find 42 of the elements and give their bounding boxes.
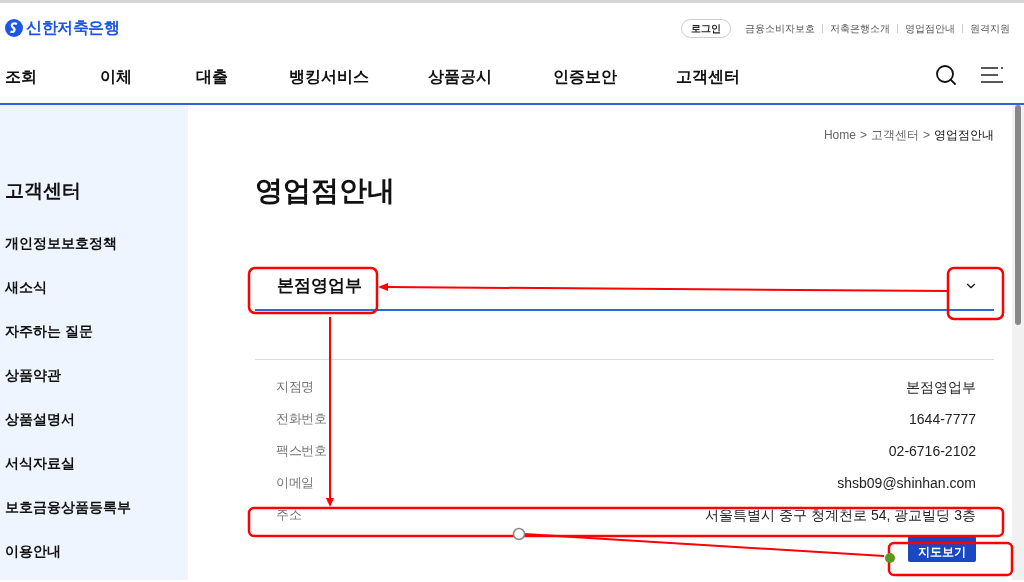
- sidebar-title: 고객센터: [5, 179, 82, 203]
- detail-value: 1644-7777: [909, 409, 976, 429]
- detail-label: 팩스번호: [276, 442, 326, 461]
- sidebar-item[interactable]: 자주하는 질문: [5, 320, 188, 341]
- nav-item[interactable]: 인증보안: [553, 65, 617, 89]
- page-title: 영업점안내: [255, 174, 396, 208]
- sidebar-item[interactable]: 상품약관: [5, 364, 188, 385]
- logo-text[interactable]: 신한저축은행: [26, 16, 120, 40]
- detail-value: 본점영업부: [906, 377, 976, 397]
- nav-item[interactable]: 뱅킹서비스: [289, 65, 369, 89]
- detail-value: 02-6716-2102: [888, 441, 976, 461]
- detail-label: 전화번호: [276, 410, 326, 429]
- detail-value: 서울특별시 중구 청계천로 54, 광교빌딩 3층: [705, 505, 976, 525]
- nav-item[interactable]: 고객센터: [676, 65, 740, 89]
- sidebar-item[interactable]: 개인정보보호정책: [5, 232, 188, 253]
- breadcrumb-link[interactable]: 고객센터: [871, 126, 919, 144]
- utility-link[interactable]: 영업점안내: [905, 20, 955, 36]
- detail-label: 지점명: [276, 378, 314, 397]
- breadcrumb-separator: >: [923, 127, 930, 144]
- utility-link[interactable]: 금융소비자보호: [745, 20, 815, 36]
- sidebar-item[interactable]: 상품설명서: [5, 408, 188, 429]
- nav-item[interactable]: 이체: [100, 65, 132, 89]
- nav-item[interactable]: 대출: [196, 65, 228, 89]
- sidebar-item[interactable]: 서식자료실: [5, 452, 188, 473]
- nav-item[interactable]: 조회: [5, 65, 37, 89]
- logo-icon: [5, 19, 23, 37]
- branch-select[interactable]: 본점영업부: [255, 263, 994, 311]
- menu-icon[interactable]: [980, 65, 1004, 85]
- detail-value: shsb09@shinhan.com: [837, 473, 976, 493]
- breadcrumb-link[interactable]: 영업점안내: [934, 126, 994, 144]
- utility-link[interactable]: 저축은행소개: [830, 20, 890, 36]
- detail-label: 주소: [276, 506, 301, 525]
- nav-item[interactable]: 상품공시: [428, 65, 492, 89]
- sidebar-item[interactable]: 새소식: [5, 276, 188, 297]
- search-icon[interactable]: [934, 63, 958, 87]
- annotation-box: [946, 266, 1005, 321]
- breadcrumb-link[interactable]: Home: [823, 126, 856, 144]
- utility-link[interactable]: 원격지원: [970, 20, 1010, 36]
- detail-label: 이메일: [276, 474, 314, 493]
- sidebar-item[interactable]: 이용안내: [5, 540, 188, 561]
- sidebar-item[interactable]: 보호금융상품등록부: [5, 496, 188, 517]
- breadcrumb-separator: >: [859, 127, 867, 144]
